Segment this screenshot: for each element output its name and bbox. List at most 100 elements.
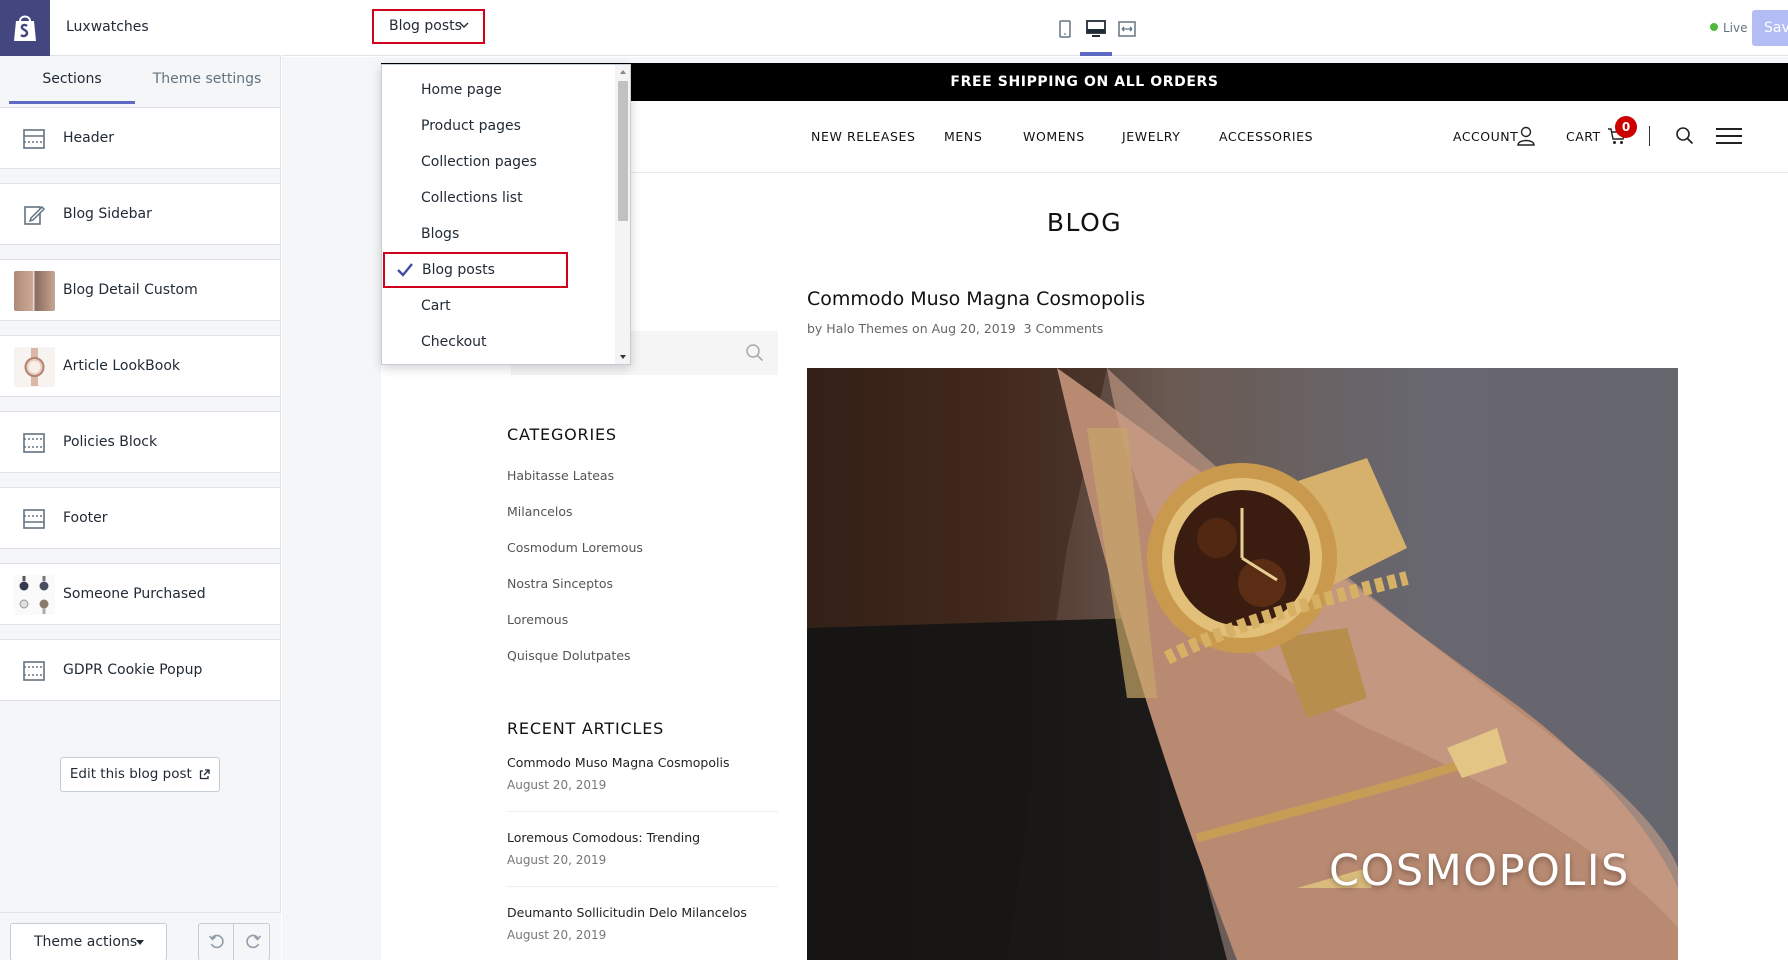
redo-button[interactable] <box>235 924 270 960</box>
section-label: Policies Block <box>63 434 158 450</box>
section-item-blog-detail-custom[interactable]: Blog Detail Custom <box>0 259 280 321</box>
page-type-label: Blog posts <box>389 18 462 34</box>
post-author-date: by Halo Themes on Aug 20, 2019 <box>807 321 1016 336</box>
post-comments-link[interactable]: 3 Comments <box>1024 321 1104 336</box>
account-link[interactable]: ACCOUNT <box>1453 129 1518 144</box>
header-divider <box>1649 126 1650 146</box>
external-link-icon <box>199 769 210 780</box>
watch-thumbnail <box>14 347 55 387</box>
nav-new-releases[interactable]: NEW RELEASES <box>811 129 916 144</box>
layout-footer-icon <box>23 509 45 529</box>
nav-womens[interactable]: WOMENS <box>1023 129 1085 144</box>
dropdown-item-home-page[interactable]: Home page <box>382 72 614 108</box>
dropdown-scrollbar[interactable] <box>615 65 630 364</box>
store-brand-bar: Luxwatches <box>0 0 281 56</box>
status-badge: Live <box>1710 21 1748 35</box>
section-item-someone-purchased[interactable]: Someone Purchased <box>0 563 280 625</box>
mobile-icon <box>1059 20 1071 38</box>
categories-heading: CATEGORIES <box>507 425 617 444</box>
theme-actions-label: Theme actions <box>34 934 138 950</box>
category-link[interactable]: Nostra Sinceptos <box>507 576 613 591</box>
cart-count-badge: 0 <box>1615 116 1637 138</box>
dropdown-item-blogs[interactable]: Blogs <box>382 216 614 252</box>
sidebar-tabs: Sections Theme settings <box>0 57 281 104</box>
scrollbar-thumb[interactable] <box>618 81 628 221</box>
hamburger-menu-icon[interactable] <box>1716 128 1742 144</box>
hero-overlay-text: COSMOPOLIS <box>1329 846 1630 896</box>
edit-blog-post-label: Edit this blog post <box>69 766 192 782</box>
dropdown-item-label: Blog posts <box>422 262 495 278</box>
shopify-bag-icon[interactable] <box>0 0 50 56</box>
user-icon[interactable] <box>1517 126 1535 146</box>
post-title[interactable]: Commodo Muso Magna Cosmopolis <box>807 288 1145 310</box>
recent-articles-heading: RECENT ARTICLES <box>507 719 665 738</box>
redo-icon <box>246 934 262 949</box>
fullscreen-view-button[interactable] <box>1116 18 1138 40</box>
category-link[interactable]: Quisque Dolutpates <box>507 648 631 663</box>
nav-mens[interactable]: MENS <box>944 129 982 144</box>
recent-article-link[interactable]: Loremous Comodous: Trending <box>507 830 700 845</box>
section-item-footer[interactable]: Footer <box>0 487 280 549</box>
section-item-policies-block[interactable]: Policies Block <box>0 411 280 473</box>
page-type-dropdown: Home page Product pages Collection pages… <box>381 64 631 365</box>
editor-topbar: Blog posts Live Sav <box>282 0 1788 56</box>
scroll-up-icon[interactable] <box>620 70 626 74</box>
dropdown-item-collections-list[interactable]: Collections list <box>382 180 614 216</box>
edit-note-icon <box>24 205 46 225</box>
watches-thumbnail <box>14 575 55 615</box>
fullscreen-icon <box>1118 21 1136 37</box>
page-type-select[interactable]: Blog posts <box>372 9 485 44</box>
checkmark-icon <box>397 263 413 277</box>
post-meta: by Halo Themes on Aug 20, 2019 3 Comments <box>807 321 1103 336</box>
editor-sidebar: Luxwatches Sections Theme settings Heade… <box>0 0 281 960</box>
dropdown-item-product-pages[interactable]: Product pages <box>382 108 614 144</box>
image-thumbnail <box>14 271 55 311</box>
recent-article-date: August 20, 2019 <box>507 853 607 867</box>
section-item-gdpr-cookie-popup[interactable]: GDPR Cookie Popup <box>0 639 280 701</box>
save-button[interactable]: Sav <box>1752 10 1788 46</box>
dropdown-item-cart[interactable]: Cart <box>382 288 614 324</box>
nav-jewelry[interactable]: JEWELRY <box>1122 129 1181 144</box>
category-link[interactable]: Milancelos <box>507 504 573 519</box>
section-label: GDPR Cookie Popup <box>63 662 203 678</box>
edit-blog-post-button[interactable]: Edit this blog post <box>60 757 220 792</box>
section-label: Article LookBook <box>63 358 180 374</box>
active-device-indicator <box>1080 52 1112 56</box>
recent-article-link[interactable]: Commodo Muso Magna Cosmopolis <box>507 755 729 770</box>
section-item-header[interactable]: Header <box>0 107 280 169</box>
desktop-view-button[interactable] <box>1085 18 1107 40</box>
section-item-blog-sidebar[interactable]: Blog Sidebar <box>0 183 280 245</box>
layout-block-icon <box>23 661 45 681</box>
undo-icon <box>208 934 224 949</box>
recent-article-divider <box>507 811 778 812</box>
category-link[interactable]: Habitasse Lateas <box>507 468 614 483</box>
recent-article-link[interactable]: Deumanto Sollicitudin Delo Milancelos <box>507 905 747 920</box>
section-label: Someone Purchased <box>63 586 206 602</box>
category-link[interactable]: Cosmodum Loremous <box>507 540 643 555</box>
undo-button[interactable] <box>199 924 234 960</box>
section-item-article-lookbook[interactable]: Article LookBook <box>0 335 280 397</box>
search-icon[interactable] <box>745 343 764 362</box>
status-dot <box>1710 23 1718 31</box>
status-label: Live <box>1723 21 1748 35</box>
tab-theme-settings[interactable]: Theme settings <box>144 57 270 104</box>
sidebar-footer: Theme actions <box>0 912 281 960</box>
section-label: Blog Sidebar <box>63 206 152 222</box>
search-icon[interactable] <box>1675 126 1694 145</box>
theme-actions-button[interactable]: Theme actions <box>10 923 167 960</box>
dropdown-item-collection-pages[interactable]: Collection pages <box>382 144 614 180</box>
layout-block-icon <box>23 433 45 453</box>
nav-accessories[interactable]: ACCESSORIES <box>1219 129 1313 144</box>
desktop-icon <box>1086 20 1106 37</box>
caret-down-icon <box>136 940 144 945</box>
dropdown-item-checkout[interactable]: Checkout <box>382 324 614 360</box>
category-link[interactable]: Loremous <box>507 612 568 627</box>
scroll-down-icon[interactable] <box>620 355 626 359</box>
cart-link[interactable]: CART <box>1566 129 1601 144</box>
recent-article-date: August 20, 2019 <box>507 928 607 942</box>
post-featured-image: COSMOPOLIS <box>807 368 1678 960</box>
mobile-view-button[interactable] <box>1054 18 1076 40</box>
dropdown-item-blog-posts[interactable]: Blog posts <box>383 252 568 288</box>
tab-sections[interactable]: Sections <box>9 57 135 104</box>
section-label: Blog Detail Custom <box>63 282 198 298</box>
